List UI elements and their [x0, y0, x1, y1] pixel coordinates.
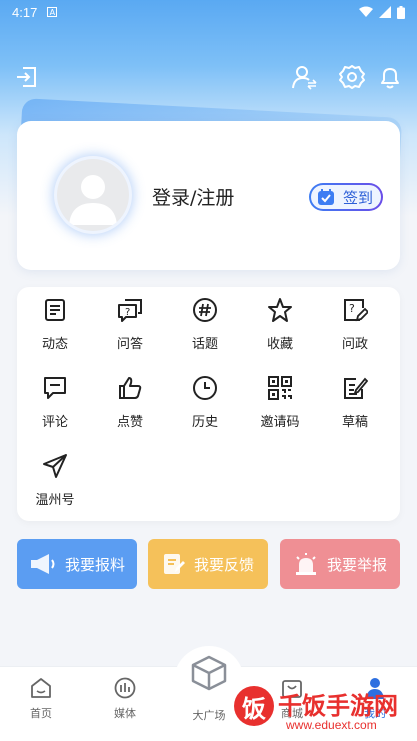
alarm-light-icon: [295, 553, 316, 575]
watermark-badge: 饭: [234, 686, 274, 726]
star-icon: [268, 298, 292, 322]
nav-item-media[interactable]: 媒体: [90, 677, 160, 721]
top-toolbar: [0, 62, 417, 94]
grid-item-feed[interactable]: 动态: [19, 287, 91, 357]
history-icon: [193, 376, 217, 400]
grid-label: 点赞: [116, 415, 143, 430]
settings-icon[interactable]: [339, 64, 365, 90]
media-bars-icon: [114, 677, 136, 699]
feed-icon: [45, 299, 65, 321]
grid-item-drafts[interactable]: 草稿: [319, 365, 391, 435]
report-news-label: 我要报料: [64, 555, 125, 574]
svg-text:?: ?: [349, 302, 355, 315]
avatar[interactable]: [57, 159, 129, 231]
nav-item-home[interactable]: 首页: [6, 677, 76, 721]
bell-icon[interactable]: [377, 64, 403, 90]
status-icons: [359, 5, 405, 19]
feedback-form-icon: [163, 554, 185, 574]
inquiry-icon: ?: [344, 299, 368, 322]
feedback-button[interactable]: 我要反馈: [148, 539, 268, 589]
login-register-link[interactable]: 登录/注册: [152, 183, 234, 210]
watermark: 饭 千饭手游网 www.eduext.com: [230, 682, 417, 741]
grid-item-comment[interactable]: 评论: [19, 365, 91, 435]
svg-text:?: ?: [125, 307, 130, 318]
grid-item-topic[interactable]: 话题: [169, 287, 241, 357]
grid-label: 问政: [341, 337, 368, 352]
feedback-label: 我要反馈: [193, 555, 254, 574]
battery-icon: [397, 5, 405, 19]
grid-item-wenzhou-account[interactable]: 温州号: [19, 443, 91, 513]
signal-icon: [379, 6, 391, 18]
nav-label: 大广场: [192, 709, 226, 722]
watermark-title: 千饭手游网: [278, 692, 398, 720]
report-news-button[interactable]: 我要报料: [17, 539, 137, 589]
cube-icon[interactable]: [190, 654, 228, 692]
grid-item-inquiry[interactable]: ? 问政: [319, 287, 391, 357]
nav-label: 媒体: [114, 707, 136, 720]
comment-icon: [44, 377, 66, 399]
grid-label: 收藏: [266, 337, 293, 352]
watermark-url: www.eduext.com: [286, 718, 377, 732]
status-time: 4:17: [12, 4, 38, 20]
notification-a-icon: A: [47, 7, 58, 17]
switch-account-icon[interactable]: [291, 64, 317, 90]
thumb-up-icon: [119, 377, 142, 399]
grid-item-history[interactable]: 历史: [169, 365, 241, 435]
nav-label: 首页: [30, 707, 52, 720]
status-bar: 4:17 A: [0, 0, 417, 24]
megaphone-icon: [30, 554, 55, 574]
grid-label: 动态: [41, 337, 68, 352]
grid-item-likes[interactable]: 点赞: [94, 365, 166, 435]
whistleblow-label: 我要举报: [326, 555, 387, 574]
feature-grid: 动态 ? 问答 话题 收藏 ? 问政 评论 点赞 历史 邀请码 草稿 温州号: [17, 287, 400, 521]
send-icon: [43, 454, 67, 478]
profile-card: 登录/注册 签到: [17, 121, 400, 270]
grid-item-favorites[interactable]: 收藏: [244, 287, 316, 357]
grid-item-qa[interactable]: ? 问答: [94, 287, 166, 357]
wifi-icon: [359, 6, 373, 17]
grid-label: 草稿: [341, 415, 368, 430]
home-icon: [31, 678, 51, 698]
grid-label: 邀请码: [260, 415, 300, 430]
qrcode-icon: [268, 376, 292, 400]
topic-icon: [193, 298, 217, 322]
whistleblow-button[interactable]: 我要举报: [280, 539, 400, 589]
logout-icon[interactable]: [14, 64, 40, 90]
grid-item-invite-code[interactable]: 邀请码: [244, 365, 316, 435]
grid-label: 温州号: [35, 493, 75, 508]
default-avatar-icon: [69, 175, 117, 225]
grid-label: 评论: [41, 415, 68, 430]
grid-label: 话题: [191, 337, 218, 352]
qa-icon: ?: [118, 299, 142, 322]
draft-icon: [344, 377, 368, 399]
grid-label: 历史: [191, 415, 218, 430]
signin-label: 签到: [343, 188, 374, 207]
grid-label: 问答: [116, 337, 143, 352]
calendar-check-icon: [318, 189, 334, 205]
signin-button[interactable]: 签到: [309, 183, 383, 211]
